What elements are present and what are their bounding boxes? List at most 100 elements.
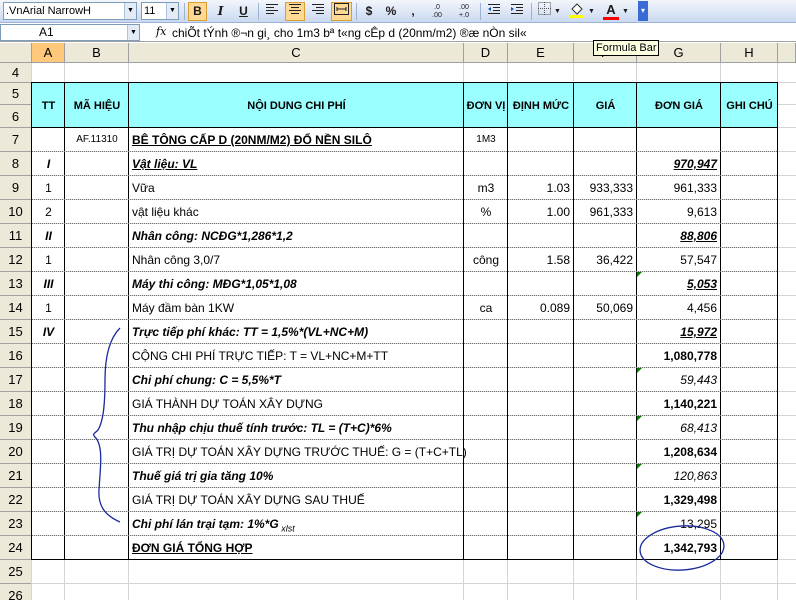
chevron-down-icon[interactable]: ▼ [587, 2, 596, 21]
cell-dg-r22[interactable]: 1,329,498 [637, 493, 721, 507]
cell-gia-r12[interactable]: 36,422 [574, 253, 637, 267]
chevron-down-icon[interactable]: ▼ [124, 3, 136, 19]
column-header-e[interactable]: E [508, 43, 574, 63]
cell-dg-r16[interactable]: 1,080,778 [637, 349, 721, 363]
cell-dv-r10[interactable]: % [464, 205, 508, 219]
cell-dg-r8[interactable]: 970,947 [637, 157, 721, 171]
cell-nd-r18[interactable]: GIÁ THÀNH DỰ TOÁN XÂY DỰNG [129, 397, 464, 411]
currency-button[interactable]: $ [360, 2, 378, 21]
cell-nd-r20[interactable]: GIÁ TRỊ DỰ TOÁN XÂY DỰNG TRƯỚC THUẾ: G =… [129, 445, 467, 459]
cell-tt-r14[interactable]: 1 [32, 301, 65, 315]
underline-button[interactable]: U [234, 2, 253, 21]
font-size-select[interactable]: 11 ▼ [141, 2, 179, 20]
error-indicator-icon[interactable] [637, 368, 642, 373]
bold-button[interactable]: B [188, 2, 207, 21]
row-header-16[interactable]: 16 [0, 344, 32, 368]
align-right-button[interactable] [308, 2, 328, 21]
cell-ma-r7[interactable]: AF.11310 [65, 133, 129, 147]
formula-input[interactable]: chiÕt tÝnh ®¬n gi¸ cho 1m3 bª t«ng cÊp d… [172, 26, 527, 40]
column-header-h[interactable]: H [721, 43, 778, 63]
row-header-14[interactable]: 14 [0, 296, 32, 320]
row-header-19[interactable]: 19 [0, 416, 32, 440]
borders-button[interactable] [535, 2, 553, 21]
row-header-8[interactable]: 8 [0, 152, 32, 176]
cell-gia-r14[interactable]: 50,069 [574, 301, 637, 315]
cell-dm-r14[interactable]: 0.089 [508, 301, 574, 315]
cell-tt-r8[interactable]: I [32, 157, 65, 171]
cell-tt-r13[interactable]: III [32, 277, 65, 291]
cell-gia-r9[interactable]: 933,333 [574, 181, 637, 195]
cell-nd-r12[interactable]: Nhân công 3,0/7 [129, 253, 464, 267]
cell-dg-r24[interactable]: 1,342,793 [637, 541, 721, 555]
decrease-indent-button[interactable] [484, 2, 504, 21]
cell-dg-r19[interactable]: 68,413 [637, 421, 721, 435]
cell-gia-r10[interactable]: 961,333 [574, 205, 637, 219]
cell-tt-r10[interactable]: 2 [32, 205, 65, 219]
cell-dv-r9[interactable]: m3 [464, 181, 508, 195]
column-header-a[interactable]: A [32, 43, 65, 63]
cell-nd-r21[interactable]: Thuế giá trị gia tăng 10% [129, 469, 464, 483]
cell-dg-r20[interactable]: 1,208,634 [637, 445, 721, 459]
column-header-b[interactable]: B [65, 43, 129, 63]
align-center-button[interactable] [285, 2, 305, 21]
row-header-7[interactable]: 7 [0, 128, 32, 152]
cell-dg-r15[interactable]: 15,972 [637, 325, 721, 339]
row-header-17[interactable]: 17 [0, 368, 32, 392]
cell-dm-r9[interactable]: 1.03 [508, 181, 574, 195]
cell-dm-r12[interactable]: 1.58 [508, 253, 574, 267]
align-left-button[interactable] [262, 2, 282, 21]
comma-style-button[interactable]: , [404, 2, 422, 21]
cell-dv-r7[interactable]: 1M3 [464, 133, 508, 147]
row-header-4[interactable]: 4 [0, 63, 32, 83]
row-header-15[interactable]: 15 [0, 320, 32, 344]
row-header-13[interactable]: 13 [0, 272, 32, 296]
cell-nd-r14[interactable]: Máy đầm bàn 1KW [129, 301, 464, 315]
row-header-21[interactable]: 21 [0, 464, 32, 488]
function-icon[interactable]: fx [156, 25, 166, 38]
cell-tt-r9[interactable]: 1 [32, 181, 65, 195]
font-name-select[interactable]: .VnArial NarrowH ▼ [3, 2, 137, 20]
cell-dg-r12[interactable]: 57,547 [637, 253, 721, 267]
cell-dg-r10[interactable]: 9,613 [637, 205, 721, 219]
column-header-d[interactable]: D [464, 43, 508, 63]
merge-center-button[interactable] [331, 2, 352, 21]
chevron-down-icon[interactable]: ▼ [621, 2, 630, 21]
cell-nd-r15[interactable]: Trực tiếp phí khác: TT = 1,5%*(VL+NC+M) [129, 325, 464, 339]
row-header-12[interactable]: 12 [0, 248, 32, 272]
cell-dg-r14[interactable]: 4,456 [637, 301, 721, 315]
row-header-24[interactable]: 24 [0, 536, 32, 560]
chevron-down-icon[interactable]: ▼ [166, 3, 178, 19]
row-header-18[interactable]: 18 [0, 392, 32, 416]
row-header-26[interactable]: 26 [0, 584, 32, 600]
cell-tt-r12[interactable]: 1 [32, 253, 65, 267]
row-header-5[interactable]: 5 [0, 83, 32, 105]
cell-dv-r12[interactable]: công [464, 253, 508, 267]
font-color-button[interactable]: A [601, 2, 621, 21]
fill-color-button[interactable] [567, 2, 587, 21]
cell-tt-r15[interactable]: IV [32, 325, 65, 339]
error-indicator-icon[interactable] [637, 272, 642, 277]
toolbar-options-icon[interactable]: ▾ [638, 1, 648, 21]
cell-dg-r17[interactable]: 59,443 [637, 373, 721, 387]
row-header-6[interactable]: 6 [0, 105, 32, 128]
cell-dg-r11[interactable]: 88,806 [637, 229, 721, 243]
row-header-11[interactable]: 11 [0, 224, 32, 248]
row-header-25[interactable]: 25 [0, 560, 32, 584]
cell-dg-r18[interactable]: 1,140,221 [637, 397, 721, 411]
cell-nd-r22[interactable]: GIÁ TRỊ DỰ TOÁN XÂY DỰNG SAU THUẾ [129, 493, 464, 507]
cell-dm-r10[interactable]: 1.00 [508, 205, 574, 219]
error-indicator-icon[interactable] [637, 464, 642, 469]
cell-nd-r13[interactable]: Máy thi công: MĐG*1,05*1,08 [129, 277, 464, 291]
cell-nd-r11[interactable]: Nhân công: NCĐG*1,286*1,2 [129, 229, 464, 243]
row-header-23[interactable]: 23 [0, 512, 32, 536]
cell-nd-r24[interactable]: ĐƠN GIÁ TỔNG HỢP [129, 541, 464, 555]
row-header-22[interactable]: 22 [0, 488, 32, 512]
cell-dg-r21[interactable]: 120,863 [637, 469, 721, 483]
cell-nd-r17[interactable]: Chi phí chung: C = 5,5%*T [129, 373, 464, 387]
cell-nd-r7[interactable]: BÊ TÔNG CẤP D (20NM/M2) ĐỔ NỀN SILÔ [129, 133, 464, 147]
cell-tt-r11[interactable]: II [32, 229, 65, 243]
increase-decimal-button[interactable]: .0 .00 [425, 2, 449, 21]
cell-dg-r9[interactable]: 961,333 [637, 181, 721, 195]
cell-nd-r10[interactable]: vật liệu khác [129, 205, 464, 219]
error-indicator-icon[interactable] [637, 416, 642, 421]
